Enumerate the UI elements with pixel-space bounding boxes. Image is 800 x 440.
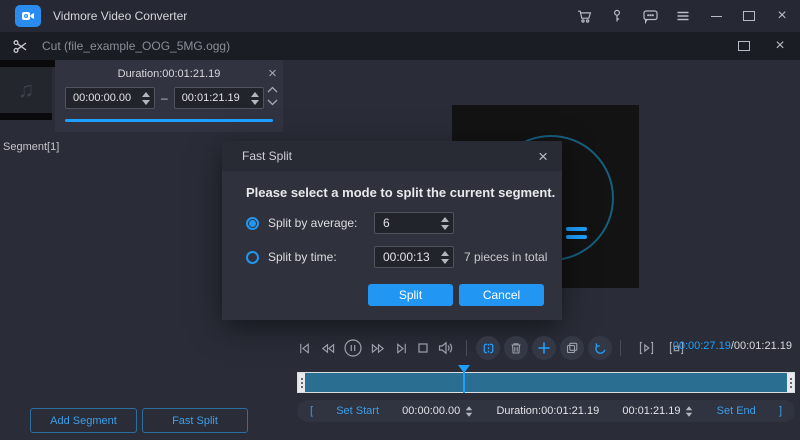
set-end-button[interactable]: Set End — [717, 405, 756, 417]
cart-icon[interactable] — [572, 4, 596, 28]
fast-split-dialog: Fast Split × Please select a mode to spl… — [222, 141, 562, 320]
skip-start-icon[interactable] — [297, 341, 312, 356]
stop-icon[interactable] — [416, 341, 430, 355]
segment-end-value: 00:01:21.19 — [182, 92, 240, 104]
trim-start-value: 00:00:00.00 — [402, 405, 460, 417]
segment-label: Segment[1] — [3, 141, 59, 153]
cancel-button[interactable]: Cancel — [459, 284, 544, 306]
trim-end-stepper[interactable] — [686, 406, 692, 416]
dialog-close-icon[interactable]: × — [538, 148, 548, 165]
trim-settings-bar: [ Set Start 00:00:00.00 Duration:00:01:2… — [297, 400, 795, 422]
cut-window-title: Cut (file_example_OOG_5MG.ogg) — [42, 39, 230, 53]
segment-thumbnail-strip — [0, 113, 52, 120]
timeline-end-handle[interactable] — [787, 373, 794, 392]
cut-maximize-icon[interactable] — [732, 34, 756, 58]
current-time: 00:00:27.19 — [673, 340, 731, 352]
timeline-start-handle[interactable] — [298, 373, 305, 392]
pause-icon[interactable] — [343, 338, 363, 358]
app-logo — [15, 5, 41, 27]
split-time-stepper[interactable] — [441, 251, 449, 264]
chevron-down-icon[interactable] — [266, 98, 279, 107]
feedback-icon[interactable] — [638, 4, 662, 28]
segment-editor-panel: Duration:00:01:21.19 00:00:00.00 – 00:01… — [55, 60, 283, 132]
split-time-value: 00:00:13 — [383, 250, 430, 264]
segment-close-icon[interactable]: × — [268, 66, 277, 81]
bracket-right: ] — [779, 405, 782, 417]
split-by-time-radio[interactable] — [246, 251, 259, 264]
forward-icon[interactable] — [370, 341, 387, 356]
pieces-note: 7 pieces in total — [464, 250, 547, 264]
music-note-icon: ♫ — [18, 77, 35, 103]
trim-end-input[interactable]: 00:01:21.19 — [622, 405, 693, 418]
divider — [620, 340, 621, 356]
total-time: /00:01:21.19 — [731, 340, 792, 352]
menu-icon[interactable] — [671, 4, 695, 28]
key-icon[interactable] — [605, 4, 629, 28]
trim-end-value: 00:01:21.19 — [622, 405, 680, 417]
segment-end-stepper[interactable] — [251, 92, 259, 105]
segment-start-value: 00:00:00.00 — [73, 92, 131, 104]
segment-progress-bar — [65, 119, 273, 122]
split-by-average-row: Split by average: 6 — [246, 212, 562, 234]
bracket-left: [ — [310, 405, 313, 417]
cut-close-icon[interactable]: × — [768, 34, 792, 58]
play-segment-icon[interactable] — [638, 340, 655, 356]
copy-icon[interactable] — [560, 336, 584, 360]
trim-start-input[interactable]: 00:00:00.00 — [402, 405, 473, 418]
player-controls: 00:00:27.19/00:01:21.19 — [297, 336, 795, 360]
split-time-input[interactable]: 00:00:13 — [374, 246, 454, 268]
divider — [466, 340, 467, 356]
fast-split-button[interactable]: Fast Split — [142, 408, 248, 433]
dialog-message: Please select a mode to split the curren… — [246, 185, 562, 200]
volume-icon[interactable] — [437, 340, 455, 356]
set-start-button[interactable]: Set Start — [336, 405, 379, 417]
reset-icon[interactable] — [588, 336, 612, 360]
app-title: Vidmore Video Converter — [53, 9, 187, 23]
segment-start-input[interactable]: 00:00:00.00 — [65, 87, 155, 109]
split-by-time-row: Split by time: 00:00:13 7 pieces in tota… — [246, 246, 562, 268]
add-segment-button[interactable]: Add Segment — [30, 408, 137, 433]
segment-thumbnail[interactable]: ♫ — [0, 67, 52, 113]
add-icon[interactable] — [532, 336, 556, 360]
dialog-title: Fast Split — [242, 149, 292, 163]
timeline-track[interactable] — [297, 372, 795, 393]
time-display: 00:00:27.19/00:01:21.19 — [673, 340, 792, 352]
split-average-value: 6 — [383, 216, 390, 230]
rewind-icon[interactable] — [319, 341, 336, 356]
split-average-input[interactable]: 6 — [374, 212, 454, 234]
app-window: Vidmore Video Converter × Cut (file_exam… — [0, 0, 800, 440]
scissors-icon — [8, 34, 32, 58]
segment-duration: Duration:00:01:21.19 — [65, 68, 273, 80]
maximize-icon[interactable] — [737, 4, 761, 28]
delete-icon[interactable] — [504, 336, 528, 360]
segment-end-input[interactable]: 00:01:21.19 — [174, 87, 264, 109]
split-by-average-radio[interactable] — [246, 217, 259, 230]
playhead-line[interactable] — [463, 372, 465, 393]
split-icon[interactable] — [476, 336, 500, 360]
split-button[interactable]: Split — [368, 284, 453, 306]
segment-start-stepper[interactable] — [142, 92, 150, 105]
cut-window-bar: Cut (file_example_OOG_5MG.ogg) × — [0, 32, 800, 60]
skip-end-icon[interactable] — [394, 341, 409, 356]
trim-start-stepper[interactable] — [466, 406, 472, 416]
dialog-header: Fast Split × — [222, 141, 562, 171]
trim-duration: Duration:00:01:21.19 — [496, 405, 599, 417]
range-separator: – — [161, 91, 168, 105]
close-icon[interactable]: × — [770, 4, 794, 28]
split-by-time-label: Split by time: — [268, 250, 374, 264]
equals-graphic — [566, 227, 587, 243]
minimize-icon[interactable] — [704, 4, 728, 28]
title-bar: Vidmore Video Converter × — [0, 0, 800, 32]
split-by-average-label: Split by average: — [268, 216, 374, 230]
chevron-up-icon[interactable] — [266, 85, 279, 94]
split-average-stepper[interactable] — [441, 217, 449, 230]
